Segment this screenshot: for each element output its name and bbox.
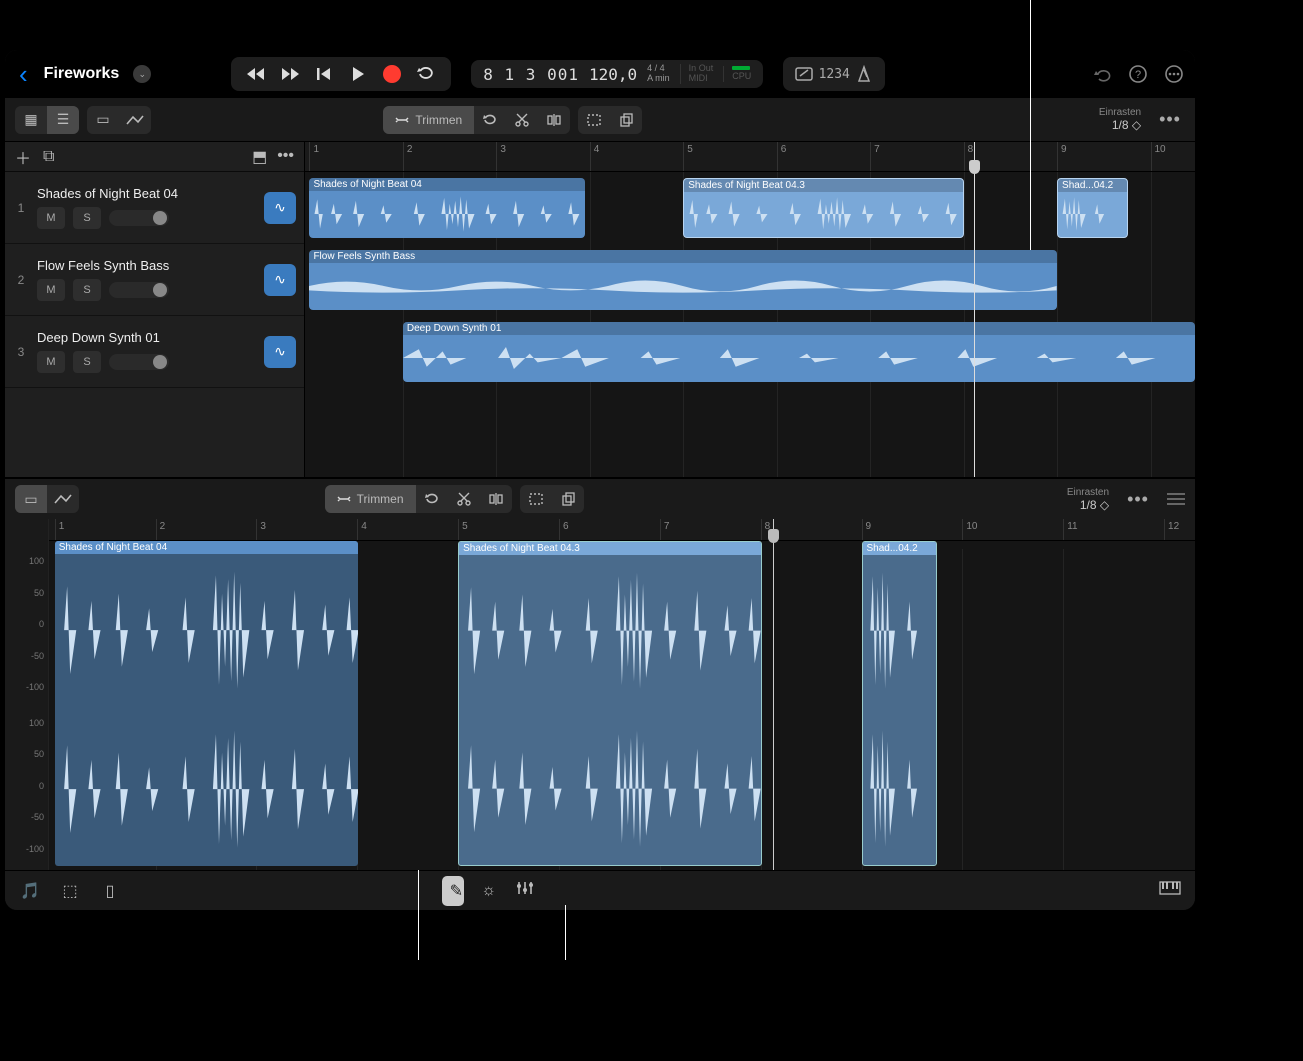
region-view-button[interactable]: ▭	[87, 106, 119, 134]
editor-copy-tool-button[interactable]	[552, 485, 584, 513]
track-type-icon[interactable]: ∿	[264, 192, 296, 224]
lcd-display[interactable]: 8 1 3 001 120,0 4 / 4 A min In Out MIDI …	[471, 60, 763, 88]
library-button[interactable]: 🎵	[19, 881, 41, 901]
tuner-button[interactable]	[793, 63, 815, 85]
pencil-tool-button[interactable]: ✎	[442, 876, 464, 906]
eq-sliders-icon[interactable]	[514, 880, 536, 901]
editor-playhead[interactable]	[773, 519, 774, 870]
editor-automation-view-button[interactable]	[47, 485, 79, 513]
audio-region[interactable]: Shades of Night Beat 04	[309, 178, 585, 238]
editor-scissors-tool-button[interactable]	[448, 485, 480, 513]
callout-line	[1030, 0, 1031, 250]
add-track-button[interactable]: ＋	[15, 145, 31, 169]
track-header-3[interactable]: 3 Deep Down Synth 01 M S ∿	[5, 316, 304, 388]
svg-text:?: ?	[1135, 69, 1141, 81]
editor-toolbar: ▭ Trimmen	[5, 479, 1195, 519]
mute-button[interactable]: M	[37, 207, 65, 229]
keyboard-button[interactable]	[1159, 882, 1181, 899]
go-to-start-button[interactable]	[313, 63, 335, 85]
scissors-tool-button[interactable]	[506, 106, 538, 134]
audio-region[interactable]: Shad...04.2	[1057, 178, 1128, 238]
back-button[interactable]: ‹	[15, 59, 32, 90]
volume-slider[interactable]	[109, 282, 169, 298]
editor-region-view-button[interactable]: ▭	[15, 485, 47, 513]
callout-line	[418, 870, 419, 960]
copy-tool-button[interactable]	[610, 106, 642, 134]
editor-trim-tool-button[interactable]: Trimmen	[325, 485, 416, 513]
mute-button[interactable]: M	[37, 351, 65, 373]
audio-region[interactable]: Deep Down Synth 01	[403, 322, 1195, 382]
callout-line	[565, 905, 566, 960]
editor-list-icon[interactable]	[1167, 493, 1185, 505]
mixer-view-button[interactable]: ▦	[15, 106, 47, 134]
editor-marquee-tool-button[interactable]	[520, 485, 552, 513]
track-type-icon[interactable]: ∿	[264, 336, 296, 368]
count-in-button[interactable]: 1234	[823, 63, 845, 85]
editor-audio-region[interactable]: Shades of Night Beat 04	[55, 541, 359, 866]
track-options-button[interactable]: •••	[277, 147, 294, 167]
track-header-2[interactable]: 2 Flow Feels Synth Bass M S ∿	[5, 244, 304, 316]
arrange-ruler[interactable]: 1 2 3 4 5 6 7 8 9 10	[305, 142, 1195, 172]
project-menu-chevron[interactable]: ⌄	[133, 65, 151, 83]
undo-button[interactable]	[1091, 63, 1113, 85]
trim-tool-button[interactable]: Trimmen	[383, 106, 474, 134]
arrange-timeline[interactable]: 1 2 3 4 5 6 7 8 9 10	[305, 142, 1195, 477]
track-type-icon[interactable]: ∿	[264, 264, 296, 296]
duplicate-track-button[interactable]: ⧉	[43, 148, 54, 166]
volume-slider[interactable]	[109, 354, 169, 370]
editor-audio-region[interactable]: Shad...04.2	[862, 541, 938, 866]
track-name: Flow Feels Synth Bass	[37, 258, 256, 273]
project-name[interactable]: Fireworks	[44, 65, 120, 83]
track-headers: ＋ ⧉ ⬒ ••• 1 Shades of Night Beat 04 M S	[5, 142, 305, 477]
plugin-button[interactable]: ▯	[99, 881, 121, 901]
solo-button[interactable]: S	[73, 279, 101, 301]
split-tool-button[interactable]	[538, 106, 570, 134]
editor-audio-region[interactable]: Shades of Night Beat 04.3	[458, 541, 762, 866]
audio-region[interactable]: Flow Feels Synth Bass	[309, 250, 1057, 310]
transport-controls	[231, 57, 451, 91]
volume-slider[interactable]	[109, 210, 169, 226]
editor-canvas[interactable]: 1 2 3 4 5 6 7 8 9 10 11 12	[49, 519, 1195, 870]
editor-snap-control[interactable]: Einrasten 1/8 ◇	[1067, 487, 1115, 512]
editor-split-tool-button[interactable]	[480, 485, 512, 513]
audio-region[interactable]: Shades of Night Beat 04.3	[683, 178, 963, 238]
solo-button[interactable]: S	[73, 351, 101, 373]
snap-control[interactable]: Einrasten 1/8 ◇	[1099, 107, 1147, 132]
top-bar: ‹ Fireworks ⌄ 8 1 3 001 120,0 4 / 4 A mi…	[5, 50, 1195, 98]
import-button[interactable]: ⬒	[252, 147, 267, 167]
solo-button[interactable]: S	[73, 207, 101, 229]
tracks-view-button[interactable]: ☰	[47, 106, 79, 134]
editor-ruler[interactable]: 1 2 3 4 5 6 7 8 9 10 11 12	[49, 519, 1195, 541]
bottom-bar: 🎵 ⬚ ▯ ✎ ☼	[5, 870, 1195, 910]
record-button[interactable]	[381, 63, 403, 85]
lcd-tempo: 120,0	[589, 65, 637, 84]
forward-button[interactable]	[279, 63, 301, 85]
marquee-tool-button[interactable]	[578, 106, 610, 134]
toolbar-more-button[interactable]: •••	[1155, 109, 1185, 130]
lcd-key: A min	[647, 74, 670, 84]
track-name: Shades of Night Beat 04	[37, 186, 256, 201]
metronome-button[interactable]	[853, 63, 875, 85]
editor-loop-tool-button[interactable]	[416, 485, 448, 513]
lcd-position: 8 1 3 001	[483, 65, 579, 84]
mute-button[interactable]: M	[37, 279, 65, 301]
loop-tool-button[interactable]	[474, 106, 506, 134]
browser-button[interactable]: ⬚	[59, 881, 81, 901]
arrange-playhead[interactable]	[974, 142, 975, 477]
settings-gear-icon[interactable]: ☼	[478, 882, 500, 900]
editor-y-axis: 100 50 0 -50 -100 100 50 0 -50 -100	[5, 519, 49, 870]
track-header-1[interactable]: 1 Shades of Night Beat 04 M S ∿	[5, 172, 304, 244]
automation-view-button[interactable]	[119, 106, 151, 134]
editor-more-button[interactable]: •••	[1123, 489, 1153, 510]
help-button[interactable]: ?	[1127, 63, 1149, 85]
rewind-button[interactable]	[245, 63, 267, 85]
track-name: Deep Down Synth 01	[37, 330, 256, 345]
cycle-button[interactable]	[415, 63, 437, 85]
play-button[interactable]	[347, 63, 369, 85]
more-button[interactable]	[1163, 63, 1185, 85]
arrange-toolbar: ▦ ☰ ▭ Trimmen Einrasten 1	[5, 98, 1195, 142]
